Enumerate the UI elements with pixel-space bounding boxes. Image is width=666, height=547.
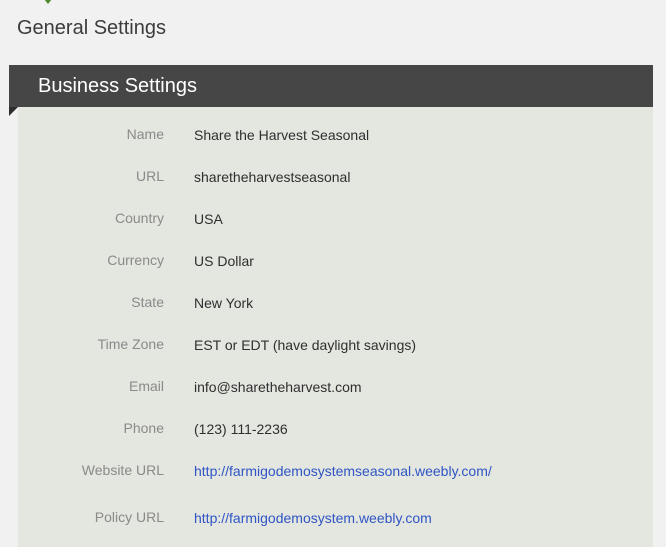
business-settings-header: Business Settings (9, 65, 653, 107)
field-row-policy-url: Policy URL http://farmigodemosystem.weeb… (18, 507, 653, 531)
field-label-state: State (131, 294, 164, 310)
field-value-name: Share the Harvest Seasonal (194, 127, 370, 143)
field-label-url: URL (135, 168, 164, 184)
business-settings-panel: Name Share the Harvest Seasonal URL shar… (18, 107, 653, 547)
field-row-currency: Currency US Dollar (18, 250, 653, 274)
page-title: General Settings (17, 17, 166, 39)
field-row-state: State New York (18, 292, 653, 316)
field-label-currency: Currency (107, 252, 164, 268)
field-label-email: Email (128, 378, 164, 394)
field-row-url: URL sharetheharvestseasonal (18, 166, 653, 190)
field-row-name: Name Share the Harvest Seasonal (18, 124, 653, 148)
field-value-email: info@sharetheharvest.com (194, 379, 362, 395)
header-fold-corner (9, 107, 18, 116)
field-row-country: Country USA (18, 208, 653, 232)
policy-url-link[interactable]: http://farmigodemosystem.weebly.com (194, 508, 432, 528)
general-settings-page: General Settings Business Settings Name … (0, 0, 666, 547)
section-title: Business Settings (38, 75, 197, 97)
field-value-state: New York (194, 295, 254, 311)
field-row-time-zone: Time Zone EST or EDT (have daylight savi… (18, 334, 653, 358)
field-value-time-zone: EST or EDT (have daylight savings) (194, 337, 417, 353)
field-label-policy-url: Policy URL (94, 509, 164, 525)
field-value-currency: US Dollar (194, 253, 254, 269)
website-url-link[interactable]: http://farmigodemosystemseasonal.weebly.… (194, 461, 492, 481)
field-label-name: Name (126, 126, 164, 142)
field-label-time-zone: Time Zone (97, 336, 164, 352)
field-label-country: Country (114, 210, 164, 226)
field-label-website-url: Website URL (81, 462, 164, 478)
field-label-phone: Phone (123, 420, 164, 436)
field-value-country: USA (194, 211, 223, 227)
field-row-website-url: Website URL http://farmigodemosystemseas… (18, 460, 653, 484)
field-row-email: Email info@sharetheharvest.com (18, 376, 653, 400)
field-row-phone: Phone (123) 111-2236 (18, 418, 653, 442)
field-value-phone: (123) 111-2236 (194, 421, 288, 437)
green-indicator-icon (40, 0, 56, 4)
field-value-url: sharetheharvestseasonal (194, 169, 351, 185)
